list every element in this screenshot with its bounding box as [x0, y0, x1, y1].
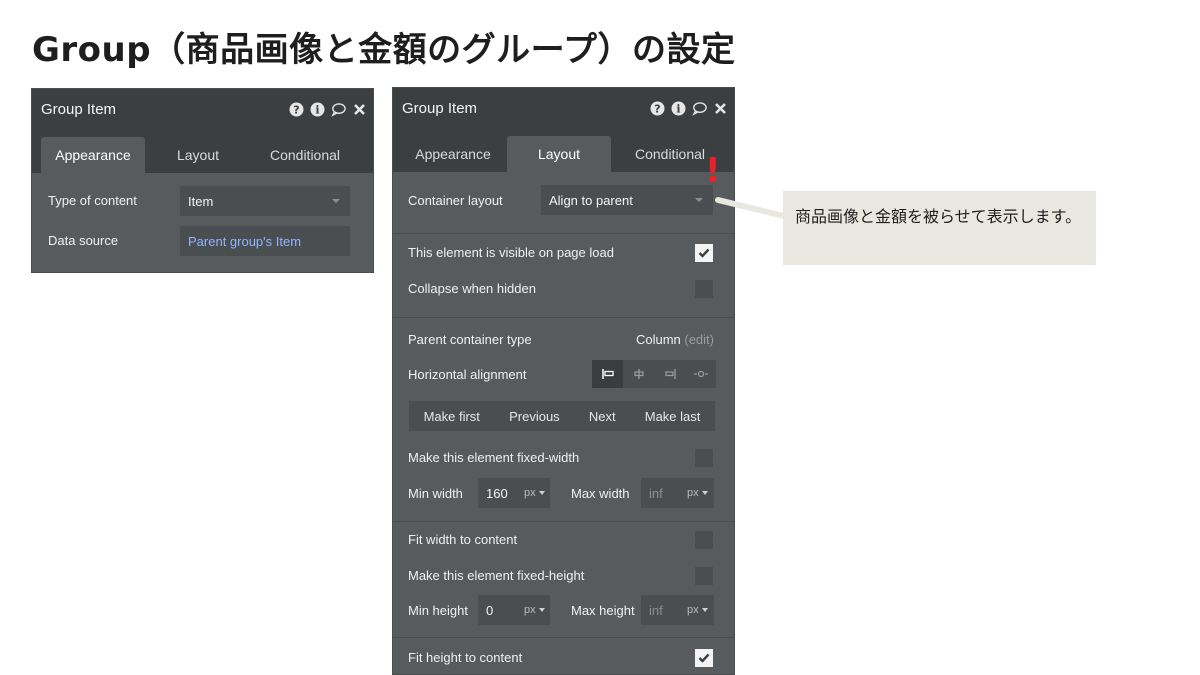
align-right-icon — [664, 369, 676, 379]
page-title: Group（商品画像と金額のグループ）の設定 — [32, 30, 736, 70]
checkmark-icon — [698, 653, 710, 663]
next-button[interactable]: Next — [589, 409, 616, 424]
tab-layout[interactable]: Layout — [507, 136, 611, 172]
fit-height-label: Fit height to content — [408, 650, 523, 665]
min-width-label: Min width — [408, 486, 463, 501]
fixed-height-label: Make this element fixed-height — [408, 568, 585, 583]
caret-down-icon — [538, 491, 545, 495]
make-last-button[interactable]: Make last — [645, 409, 701, 424]
min-height-value: 0 — [486, 602, 494, 618]
left-panel-header-icons: ? i — [289, 89, 367, 129]
previous-button[interactable]: Previous — [509, 409, 560, 424]
caret-down-icon — [538, 608, 545, 612]
warning-marker: ! — [705, 151, 721, 191]
collapse-when-hidden-checkbox[interactable] — [695, 280, 713, 298]
collapse-when-hidden-label: Collapse when hidden — [408, 281, 536, 296]
right-panel-header-icons: ? i — [650, 88, 728, 128]
type-of-content-dropdown[interactable]: Item — [180, 186, 350, 216]
max-height-unit-dropdown[interactable]: px — [687, 604, 708, 616]
info-icon[interactable]: i — [310, 102, 325, 117]
min-height-unit-dropdown[interactable]: px — [524, 604, 545, 616]
close-icon[interactable] — [352, 102, 367, 117]
visible-on-load-label: This element is visible on page load — [408, 245, 614, 260]
tab-layout[interactable]: Layout — [156, 137, 240, 173]
fit-width-checkbox[interactable] — [695, 531, 713, 549]
right-panel-title: Group Item — [402, 99, 478, 117]
align-center-icon — [633, 369, 644, 379]
caret-down-icon — [701, 608, 708, 612]
svg-text:i: i — [315, 103, 319, 116]
container-layout-label: Container layout — [408, 193, 503, 208]
data-source-label: Data source — [48, 233, 119, 248]
data-source-value[interactable]: Parent group's Item — [188, 234, 301, 249]
parent-container-type-label: Parent container type — [408, 332, 532, 347]
container-layout-dropdown[interactable]: Align to parent — [541, 185, 713, 215]
max-width-label: Max width — [571, 486, 630, 501]
section-divider — [393, 233, 734, 234]
visible-on-load-checkbox[interactable] — [695, 244, 713, 262]
type-of-content-label: Type of content — [48, 193, 137, 208]
min-height-label: Min height — [408, 603, 468, 618]
comment-icon[interactable] — [692, 101, 707, 116]
parent-container-type-edit-link[interactable]: (edit) — [684, 332, 714, 347]
fit-height-checkbox[interactable] — [695, 649, 713, 667]
fixed-width-checkbox[interactable] — [695, 449, 713, 467]
checkmark-icon — [698, 248, 710, 258]
horizontal-alignment-group — [592, 360, 716, 388]
close-icon[interactable] — [713, 101, 728, 116]
data-source-field[interactable]: Parent group's Item — [180, 226, 350, 256]
left-panel-tabs: Appearance Layout Conditional — [32, 129, 373, 173]
svg-text:i: i — [676, 102, 680, 115]
parent-container-type-value-wrap: Column (edit) — [636, 332, 714, 347]
container-layout-value: Align to parent — [549, 192, 633, 208]
fit-width-label: Fit width to content — [408, 532, 518, 547]
type-of-content-value: Item — [188, 193, 214, 209]
min-width-unit-dropdown[interactable]: px — [524, 487, 545, 499]
left-panel-title: Group Item — [41, 100, 117, 118]
callout-connector-line — [715, 197, 787, 219]
min-width-value: 160 — [486, 485, 508, 501]
align-left-icon — [601, 369, 614, 379]
section-divider — [393, 637, 734, 638]
horizontal-alignment-label: Horizontal alignment — [408, 367, 527, 382]
section-divider — [393, 317, 734, 318]
tab-appearance[interactable]: Appearance — [403, 136, 503, 172]
max-width-unit-dropdown[interactable]: px — [687, 487, 708, 499]
callout-text: 商品画像と金額を被らせて表示します。 — [795, 207, 1082, 226]
tab-conditional[interactable]: Conditional — [250, 137, 360, 173]
info-icon[interactable]: i — [671, 101, 686, 116]
svg-text:?: ? — [654, 102, 660, 115]
comment-icon[interactable] — [331, 102, 346, 117]
right-property-panel: Group Item ? i Appearance Layout Conditi… — [393, 88, 734, 674]
align-stretch-icon — [693, 370, 708, 378]
max-height-unit: px — [687, 604, 699, 616]
help-icon[interactable]: ? — [289, 102, 304, 117]
annotation-callout: 商品画像と金額を被らせて表示します。 — [783, 191, 1096, 265]
right-panel-tabs: Appearance Layout Conditional — [393, 128, 734, 172]
max-width-placeholder: inf — [649, 485, 663, 501]
fixed-width-label: Make this element fixed-width — [408, 450, 580, 465]
tab-appearance[interactable]: Appearance — [41, 137, 145, 173]
max-width-unit: px — [687, 487, 699, 499]
fixed-height-checkbox[interactable] — [695, 567, 713, 585]
parent-container-type-value: Column — [635, 332, 681, 347]
min-width-unit: px — [524, 487, 536, 499]
help-icon[interactable]: ? — [650, 101, 665, 116]
svg-text:?: ? — [293, 103, 299, 116]
min-height-unit: px — [524, 604, 536, 616]
caret-down-icon — [701, 491, 708, 495]
align-center-button[interactable] — [623, 360, 654, 388]
align-left-button[interactable] — [592, 360, 623, 388]
max-height-placeholder: inf — [649, 602, 663, 618]
element-order-bar: Make first Previous Next Make last — [409, 401, 715, 431]
align-right-button[interactable] — [654, 360, 685, 388]
section-divider — [393, 521, 734, 522]
caret-down-icon — [332, 199, 340, 203]
caret-down-icon — [695, 198, 703, 202]
make-first-button[interactable]: Make first — [424, 409, 480, 424]
left-property-panel: Group Item ? i Appearance Layout Conditi… — [32, 89, 373, 272]
max-height-label: Max height — [571, 603, 635, 618]
align-stretch-button[interactable] — [685, 360, 716, 388]
